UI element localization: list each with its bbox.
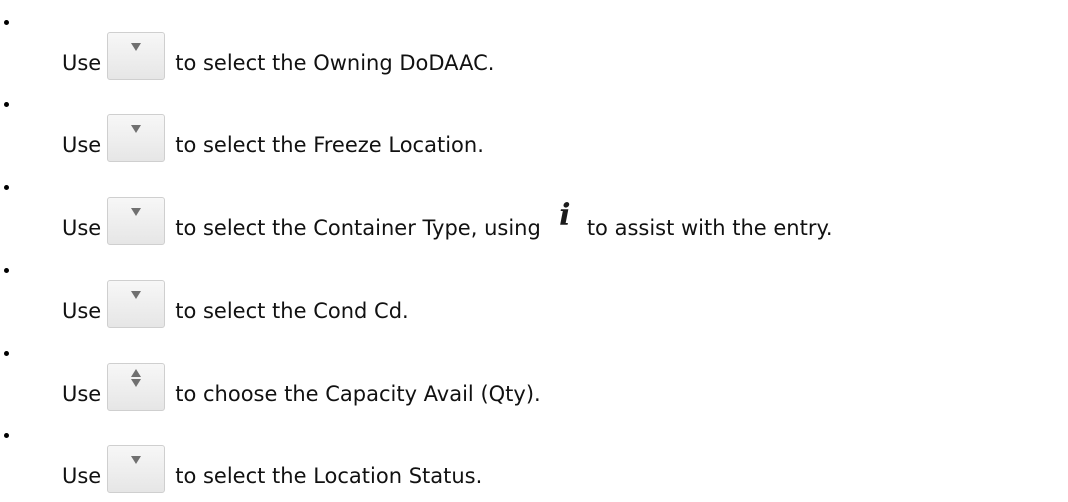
prefix-text: Use [62, 51, 102, 75]
prefix-text: Use [62, 133, 102, 157]
instruction-line: Use to select the Freeze Location. [62, 110, 484, 162]
dropdown-button[interactable] [107, 197, 166, 245]
dropdown-button[interactable] [107, 114, 166, 162]
instruction-line: Use to choose the Capacity Avail (Qty). [62, 359, 541, 411]
dropdown-button[interactable] [107, 280, 166, 328]
instruction-text-continued: to assist with the entry. [586, 216, 833, 240]
dropdown-arrow-icon [131, 456, 142, 464]
list-item-location-status: Use to select the Location Status. [0, 413, 1068, 493]
list-item-capacity-avail: Use to choose the Capacity Avail (Qty). [0, 331, 1068, 411]
list-item-container-type: Use to select the Container Type, using … [0, 165, 1068, 245]
list-item-cond-cd: Use to select the Cond Cd. [0, 248, 1068, 328]
spinner-up-icon [131, 369, 142, 377]
list-item-freeze-location: Use to select the Freeze Location. [0, 82, 1068, 162]
instruction-text: to select the Owning DoDAAC. [175, 51, 495, 75]
dropdown-button[interactable] [107, 445, 166, 493]
instruction-line: Use to select the Cond Cd. [62, 276, 409, 328]
instruction-text: to select the Cond Cd. [175, 299, 409, 323]
dropdown-arrow-icon [131, 125, 142, 133]
dropdown-arrow-icon [131, 291, 142, 299]
info-icon[interactable]: i [551, 201, 579, 231]
instruction-list: Use to select the Owning DoDAAC. Use to … [0, 0, 1068, 502]
instruction-text: to choose the Capacity Avail (Qty). [175, 382, 541, 406]
dropdown-arrow-icon [131, 208, 142, 216]
prefix-text: Use [62, 382, 102, 406]
bullet [4, 20, 9, 25]
bullet [4, 433, 9, 438]
instruction-line: Use to select the Owning DoDAAC. [62, 28, 495, 80]
instruction-line: Use to select the Location Status. [62, 441, 483, 493]
bullet [4, 185, 9, 190]
dropdown-button[interactable] [107, 32, 166, 80]
bullet [4, 268, 9, 273]
instruction-text: to select the Container Type, using [175, 216, 541, 240]
list-item-owning-dodaac: Use to select the Owning DoDAAC. [0, 0, 1068, 80]
prefix-text: Use [62, 216, 102, 240]
spinner-down-icon [131, 379, 142, 387]
spinner-button[interactable] [107, 363, 166, 411]
prefix-text: Use [62, 464, 102, 488]
instruction-line: Use to select the Container Type, using … [62, 193, 833, 245]
dropdown-arrow-icon [131, 43, 142, 51]
prefix-text: Use [62, 299, 102, 323]
instruction-text: to select the Freeze Location. [175, 133, 484, 157]
bullet [4, 351, 9, 356]
bullet [4, 102, 9, 107]
instruction-text: to select the Location Status. [175, 464, 483, 488]
